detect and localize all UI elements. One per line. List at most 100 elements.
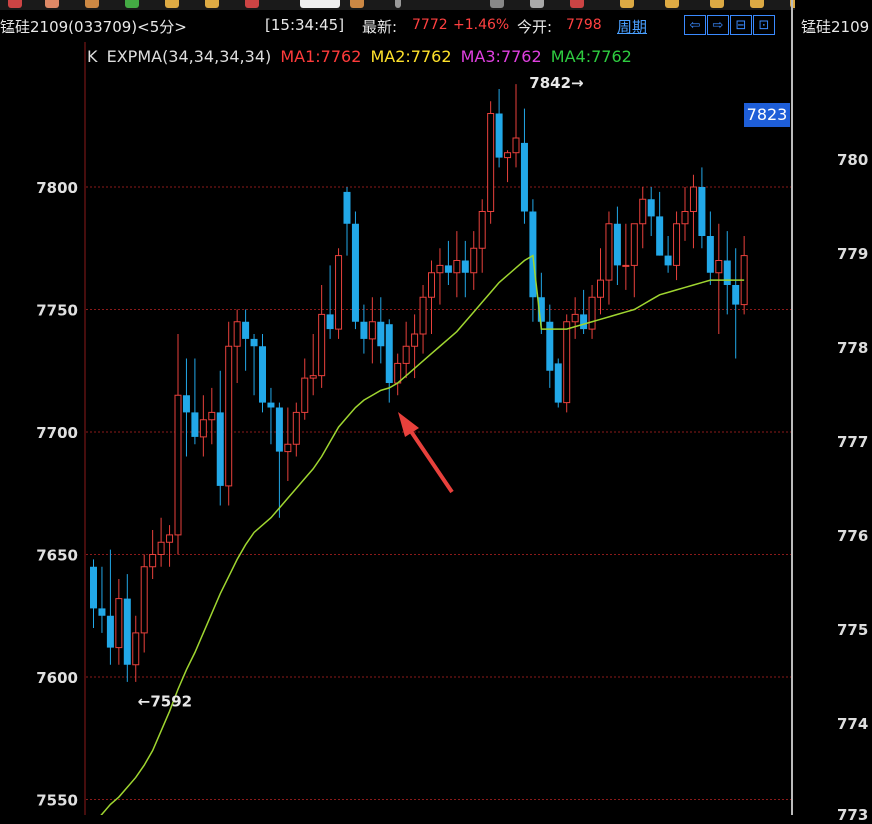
- candle[interactable]: [571, 297, 579, 339]
- candle[interactable]: [656, 191, 664, 256]
- candle[interactable]: [157, 517, 165, 567]
- candle[interactable]: [242, 309, 250, 371]
- candle[interactable]: [385, 319, 393, 403]
- candle[interactable]: [309, 334, 317, 396]
- candle[interactable]: [250, 334, 258, 396]
- candle-body: [656, 216, 664, 256]
- candle[interactable]: [436, 248, 444, 305]
- candle[interactable]: [351, 211, 359, 330]
- legend-expma[interactable]: EXPMA(34,34,34,34): [107, 47, 272, 66]
- candle[interactable]: [166, 525, 174, 567]
- candle[interactable]: [673, 211, 681, 281]
- candle-body: [512, 137, 520, 154]
- candle[interactable]: [453, 231, 461, 298]
- candle[interactable]: [259, 334, 266, 413]
- candle[interactable]: [444, 240, 452, 285]
- candle[interactable]: [267, 387, 275, 445]
- candle[interactable]: [123, 574, 131, 682]
- candle[interactable]: [368, 297, 376, 364]
- candle[interactable]: [115, 579, 123, 665]
- candle[interactable]: [301, 358, 309, 420]
- candle[interactable]: [622, 223, 630, 290]
- candle[interactable]: [402, 321, 410, 379]
- candle[interactable]: [732, 248, 740, 359]
- candle[interactable]: [478, 199, 486, 273]
- candles: [90, 84, 748, 682]
- candle[interactable]: [512, 84, 520, 168]
- candle[interactable]: [597, 248, 604, 315]
- candle[interactable]: [360, 304, 368, 354]
- candle[interactable]: [225, 321, 233, 506]
- right-tick: 775: [837, 621, 869, 639]
- candle-body: [140, 566, 148, 634]
- candle[interactable]: [461, 240, 469, 298]
- candle[interactable]: [689, 174, 697, 249]
- candle[interactable]: [428, 260, 435, 335]
- candle-body: [520, 142, 528, 212]
- candle[interactable]: [174, 334, 182, 555]
- candle[interactable]: [495, 89, 503, 168]
- right-tick: 778: [837, 339, 869, 357]
- candle-body: [478, 211, 486, 249]
- candle[interactable]: [588, 285, 596, 339]
- candle[interactable]: [630, 223, 638, 298]
- red-arrow: [398, 412, 454, 494]
- candle[interactable]: [208, 387, 216, 445]
- candle[interactable]: [419, 285, 427, 354]
- candle-body: [613, 223, 621, 266]
- candle-body: [571, 313, 579, 323]
- candle[interactable]: [740, 236, 748, 315]
- candle-body: [487, 113, 495, 212]
- candle[interactable]: [106, 549, 114, 665]
- candle[interactable]: [292, 402, 300, 457]
- candle[interactable]: [647, 187, 655, 236]
- candle[interactable]: [580, 289, 588, 334]
- right-tick: 780: [837, 151, 869, 169]
- candle[interactable]: [504, 150, 512, 183]
- candle[interactable]: [546, 304, 554, 388]
- candle[interactable]: [706, 211, 714, 286]
- candle[interactable]: [715, 223, 723, 334]
- candle[interactable]: [470, 231, 478, 290]
- candle[interactable]: [140, 554, 148, 653]
- candle[interactable]: [520, 108, 528, 224]
- candle[interactable]: [487, 101, 495, 224]
- right-panel-title[interactable]: 锰硅2109: [801, 16, 869, 37]
- candle[interactable]: [554, 358, 562, 408]
- candle-body: [630, 223, 638, 266]
- candle[interactable]: [681, 187, 689, 241]
- candle-body: [723, 260, 731, 285]
- candle[interactable]: [377, 297, 385, 364]
- candle[interactable]: [182, 358, 190, 457]
- candle-body: [622, 264, 630, 267]
- candle-body: [166, 534, 174, 543]
- candle[interactable]: [149, 530, 157, 579]
- candle[interactable]: [216, 370, 224, 506]
- candle-body: [182, 395, 190, 413]
- candle[interactable]: [698, 167, 706, 249]
- candle-body: [123, 598, 131, 665]
- candle[interactable]: [132, 615, 140, 682]
- candlestick-chart[interactable]: 7550 7600 7650 7700 7750 7800 7842→ ←7592: [0, 0, 872, 815]
- candle[interactable]: [613, 206, 621, 285]
- candle-body: [115, 598, 123, 649]
- candle-body: [377, 321, 385, 347]
- candle[interactable]: [664, 236, 672, 273]
- candle[interactable]: [605, 211, 613, 305]
- candle-body: [461, 260, 469, 273]
- candle[interactable]: [318, 285, 326, 388]
- candle[interactable]: [326, 265, 334, 339]
- candle[interactable]: [275, 402, 283, 518]
- candle[interactable]: [394, 353, 402, 396]
- candle[interactable]: [90, 559, 97, 628]
- candle[interactable]: [639, 187, 647, 249]
- candle[interactable]: [191, 358, 199, 445]
- candle[interactable]: [199, 395, 207, 457]
- candle[interactable]: [98, 566, 106, 633]
- candle[interactable]: [284, 407, 292, 482]
- candle[interactable]: [343, 187, 351, 256]
- candle[interactable]: [233, 309, 241, 384]
- candle[interactable]: [723, 231, 731, 315]
- right-tick: 777: [837, 433, 869, 451]
- candle[interactable]: [335, 248, 343, 339]
